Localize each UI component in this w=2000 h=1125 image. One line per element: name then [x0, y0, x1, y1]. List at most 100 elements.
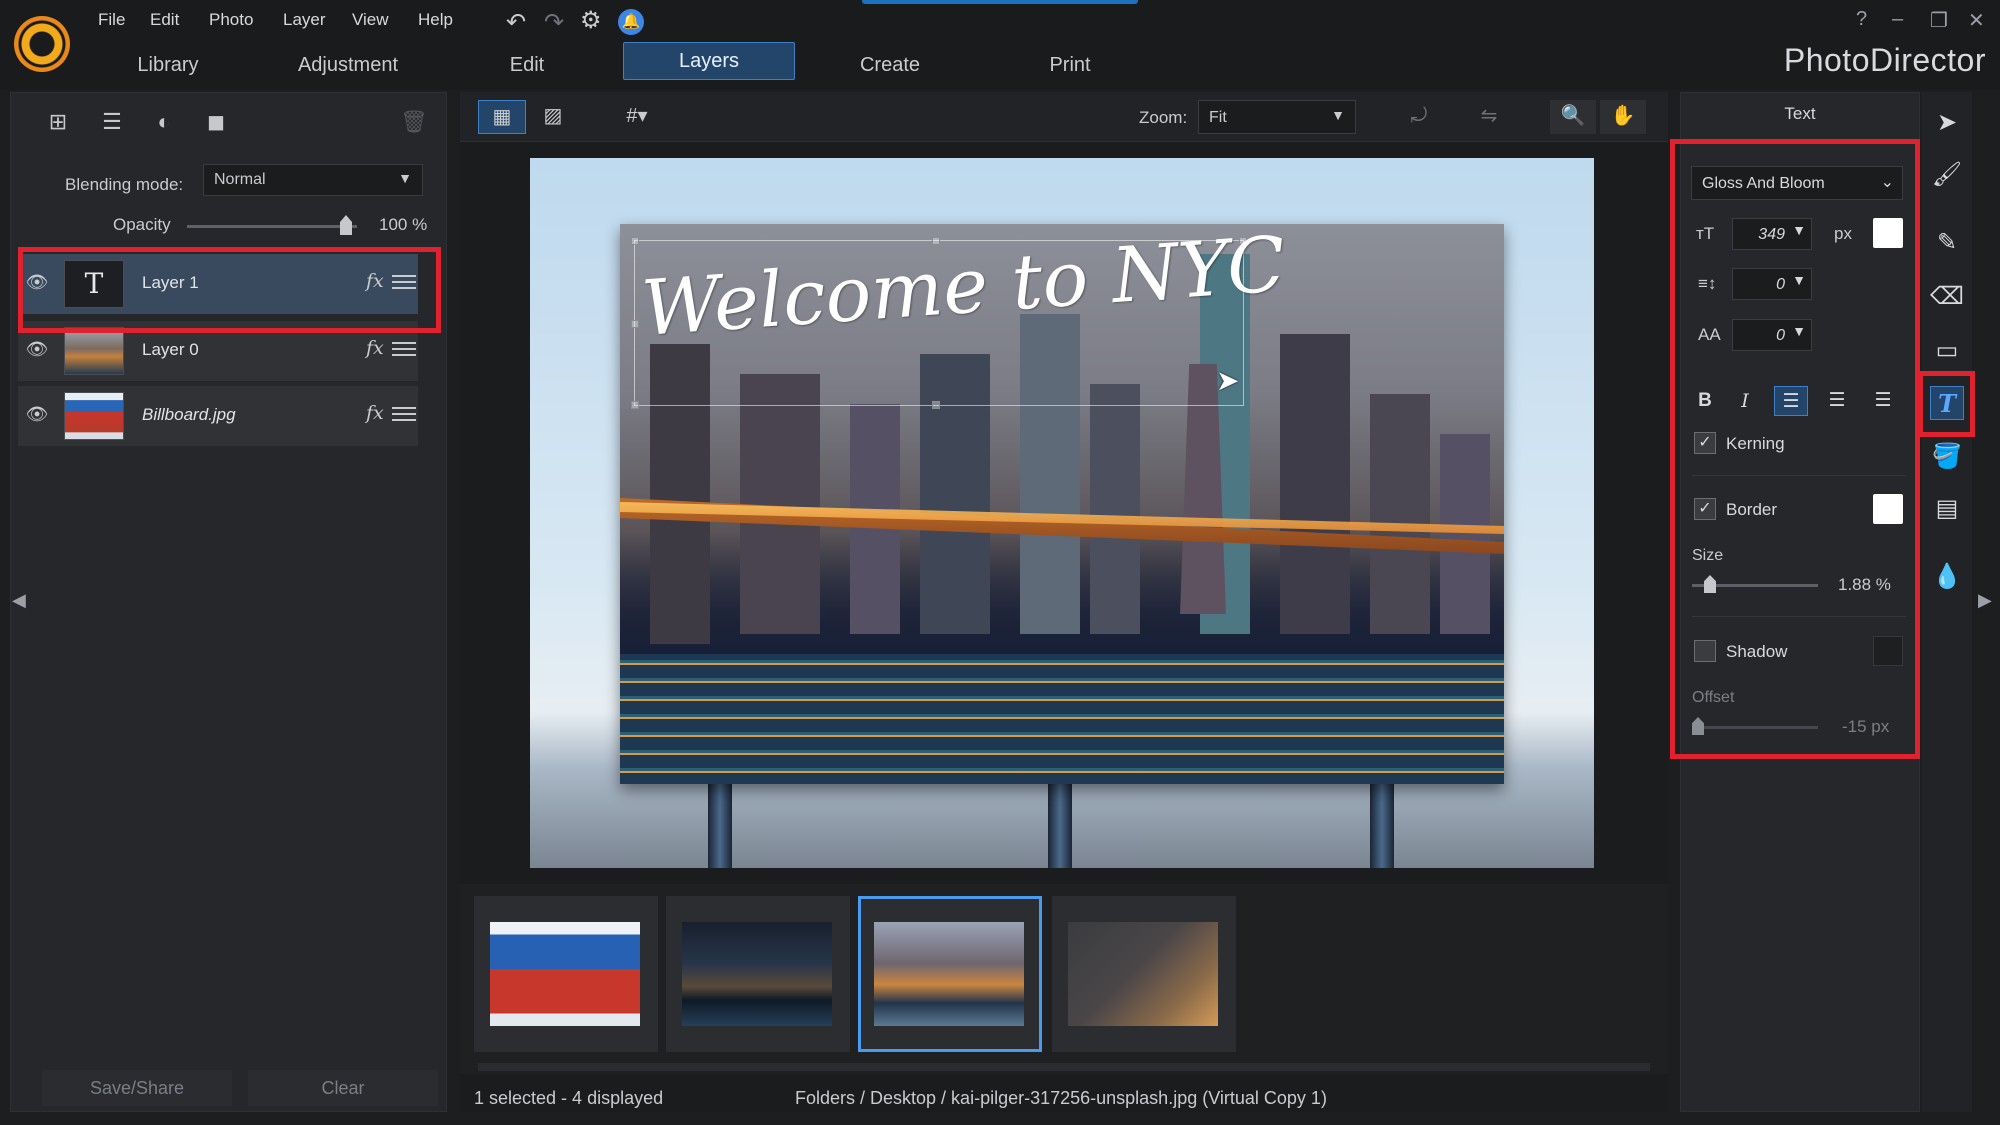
highlight-box-text-tool [1918, 371, 1975, 437]
billboard-leg [708, 780, 732, 868]
opacity-label: Opacity [113, 215, 171, 234]
menu-photo[interactable]: Photo [209, 10, 253, 30]
film-thumb-utah[interactable] [474, 896, 658, 1052]
view-mode-compare-icon[interactable]: ▨ [530, 100, 576, 134]
fx-icon[interactable]: fx [366, 337, 384, 359]
menu-file[interactable]: File [98, 10, 125, 30]
zoom-value: Fit [1209, 109, 1227, 126]
trash-icon[interactable]: 🗑 [397, 107, 431, 137]
visibility-eye-icon[interactable]: 👁 [24, 339, 50, 363]
collapse-right-panel-icon[interactable]: ▶ [1978, 590, 1992, 611]
drop-icon[interactable]: 💧 [1930, 560, 1964, 594]
tab-edit[interactable]: Edit [492, 48, 562, 82]
skyline-building [1090, 384, 1140, 634]
film-thumb-nyc-night[interactable] [666, 896, 850, 1052]
top-accent-bar [862, 0, 1138, 4]
save-share-button[interactable]: Save/Share [42, 1070, 232, 1106]
rotate-icon[interactable]: ⤾ [1396, 100, 1442, 134]
tab-layers[interactable]: Layers [623, 42, 795, 80]
app-title: PhotoDirector [1783, 42, 1986, 78]
skyline-building [1280, 334, 1350, 634]
thumbnail-image [682, 922, 832, 1026]
filmstrip-scrollbar[interactable] [478, 1063, 1650, 1071]
chevron-down-icon: ▼ [1331, 107, 1345, 123]
thumbnail-image [874, 922, 1024, 1026]
fx-icon[interactable]: fx [366, 402, 384, 424]
menu-edit[interactable]: Edit [150, 10, 179, 30]
skyline-building [1370, 394, 1430, 634]
view-mode-single-icon[interactable]: ▦ [478, 100, 526, 134]
zoom-select[interactable]: Fit ▼ [1198, 100, 1356, 134]
selection-status: 1 selected - 4 displayed [474, 1088, 664, 1108]
minimize-button[interactable]: – [1892, 8, 1903, 31]
billboard-leg [1370, 780, 1394, 868]
menu-layer[interactable]: Layer [283, 10, 326, 30]
panel-title: Text [1784, 104, 1816, 123]
layer-row-billboard[interactable]: 👁 Billboard.jpg fx [18, 386, 418, 446]
layer-thumbnail [64, 327, 124, 375]
redo-icon[interactable]: ↷ [544, 8, 564, 37]
highlight-box-layer [18, 247, 441, 333]
layer-options-icon[interactable] [392, 403, 416, 427]
visibility-eye-icon[interactable]: 👁 [24, 404, 50, 428]
gradient-icon[interactable]: ▤ [1930, 492, 1964, 526]
pencil-icon[interactable]: ✎ [1930, 226, 1964, 260]
layer-thumbnail [64, 392, 124, 440]
image-canvas[interactable]: Welcome to NYC ➤ [530, 158, 1594, 868]
grid-icon[interactable]: #▾ [612, 100, 662, 134]
close-button[interactable]: ✕ [1968, 8, 1985, 33]
collapse-left-panel-icon[interactable]: ◀ [12, 590, 26, 611]
resize-handle[interactable] [631, 401, 639, 409]
menu-help[interactable]: Help [418, 10, 453, 30]
mouse-cursor-icon: ➤ [1216, 365, 1240, 396]
skyline-building [1440, 434, 1490, 634]
thumbnail-image [490, 922, 640, 1026]
zoom-label: Zoom: [1139, 108, 1188, 127]
pan-hand-icon[interactable]: ✋ [1600, 100, 1646, 134]
help-button[interactable]: ? [1856, 8, 1867, 31]
fill-bucket-icon[interactable]: 🪣 [1930, 440, 1964, 474]
opacity-slider-thumb[interactable] [340, 215, 352, 235]
menu-view[interactable]: View [352, 10, 389, 30]
billboard-image: Welcome to NYC [620, 219, 1504, 784]
layer-mask-icon[interactable]: ◼ [199, 107, 233, 137]
blending-mode-select[interactable]: Normal ▼ [203, 164, 423, 196]
clear-button[interactable]: Clear [248, 1070, 438, 1106]
billboard-leg [1048, 780, 1072, 868]
notification-bell-icon[interactable]: 🔔 [618, 9, 644, 35]
zoom-magnifier-icon[interactable]: 🔍 [1550, 100, 1596, 134]
flip-icon[interactable]: ⇋ [1466, 100, 1512, 134]
settings-gear-icon[interactable]: ⚙ [580, 6, 602, 35]
layer-options-icon[interactable] [392, 338, 416, 362]
resize-handle[interactable] [631, 320, 639, 328]
skyline-building [740, 374, 820, 634]
tab-create[interactable]: Create [850, 48, 930, 82]
film-thumb-texture[interactable] [1052, 896, 1236, 1052]
layers-panel: ⊞ ☰ ◐ ◼ 🗑 Blending mode: Normal ▼ Opacit… [10, 92, 447, 1112]
layer-name: Billboard.jpg [142, 405, 236, 424]
tab-adjustment[interactable]: Adjustment [285, 48, 411, 82]
opacity-slider-track[interactable] [187, 225, 357, 228]
app-logo-icon[interactable] [14, 16, 70, 72]
eraser-icon[interactable]: ⌫ [1930, 280, 1964, 314]
layer-list-icon[interactable]: ☰ [95, 107, 129, 137]
file-path-status: Folders / Desktop / kai-pilger-317256-un… [795, 1088, 1327, 1108]
highlight-box-text-panel [1670, 139, 1920, 759]
tab-print[interactable]: Print [1040, 48, 1100, 82]
thumbnail-image [1068, 922, 1218, 1026]
resize-handle[interactable] [932, 401, 940, 409]
film-thumb-nyc-painting[interactable] [858, 896, 1042, 1052]
opacity-value: 100 % [379, 215, 428, 234]
undo-icon[interactable]: ↶ [506, 8, 526, 37]
tab-library[interactable]: Library [118, 48, 218, 82]
select-arrow-icon[interactable]: ➤ [1930, 106, 1964, 140]
blending-mode-label: Blending mode: [65, 175, 184, 194]
brush-icon[interactable]: 🖌 [1930, 158, 1964, 192]
river-water [620, 654, 1504, 784]
add-layer-icon[interactable]: ⊞ [41, 107, 75, 137]
blending-mode-value: Normal [214, 171, 266, 188]
shape-rectangle-icon[interactable]: ▭ [1930, 334, 1964, 368]
restore-button[interactable]: ❐ [1930, 8, 1948, 33]
adjustment-layer-icon[interactable]: ◐ [147, 107, 181, 137]
resize-handle[interactable] [631, 237, 639, 245]
